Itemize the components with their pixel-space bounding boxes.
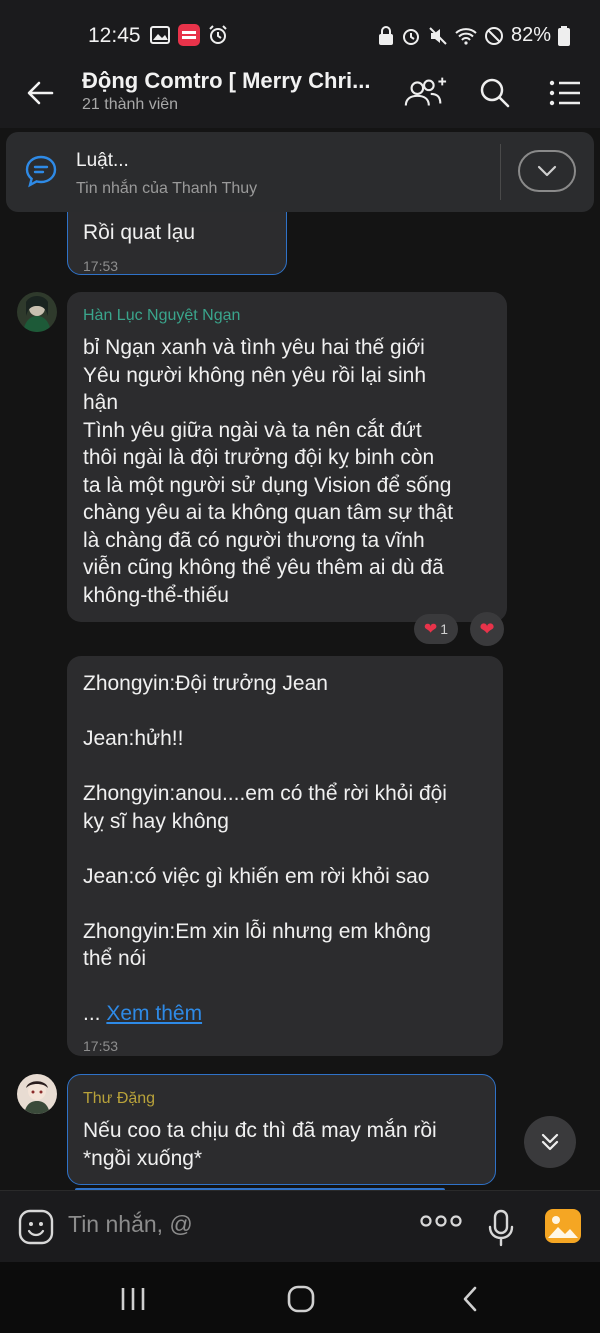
reaction-count: 1 [440, 621, 449, 637]
status-time: 12:45 [88, 24, 141, 47]
add-people-icon [404, 77, 447, 106]
recents-icon [121, 1288, 145, 1310]
group-title[interactable]: Động Comtro [ Merry Chri... [82, 68, 372, 94]
voice-record-button[interactable] [486, 1209, 516, 1252]
manga-toon-icon [178, 24, 200, 46]
alarm-icon [209, 25, 227, 44]
pinned-subtitle: Tin nhắn của Thanh Thuy [76, 180, 258, 197]
home-button[interactable] [281, 1282, 321, 1316]
recents-button[interactable] [113, 1282, 153, 1316]
mute-icon [429, 26, 447, 45]
avatar[interactable] [17, 1074, 57, 1114]
message-bubble[interactable]: Thư Đặng Nếu coo ta chịu đc thì đã may m… [67, 1074, 496, 1185]
microphone-icon [488, 1209, 514, 1247]
chat-bubble-icon [24, 154, 58, 193]
react-button[interactable]: ❤ [470, 612, 504, 646]
message-bubble[interactable]: Hàn Lục Nguyệt Ngạn bỉ Ngạn xanh và tình… [67, 292, 507, 622]
list-menu-icon [549, 80, 580, 106]
message-text: Nếu coo ta chịu đc thì đã may mắn rồi *n… [83, 1119, 437, 1170]
menu-button[interactable] [542, 72, 588, 114]
status-bar: 12:45 82% [0, 0, 600, 58]
image-icon [150, 26, 170, 44]
chevron-down-icon [537, 165, 557, 177]
ellipsis: ... [83, 1002, 101, 1025]
arrow-left-icon [27, 81, 54, 105]
sender-name[interactable]: Hàn Lục Nguyệt Ngạn [83, 302, 240, 330]
back-nav-button[interactable] [450, 1282, 490, 1316]
lock-icon [378, 25, 393, 45]
back-button[interactable] [24, 76, 58, 110]
more-options-button[interactable] [420, 1213, 462, 1234]
sticker-button[interactable] [18, 1209, 54, 1250]
see-more-link[interactable]: Xem thêm [106, 1002, 202, 1025]
battery-percent: 82% [510, 24, 551, 46]
message-text: Rồi quat lạu [83, 221, 196, 244]
smiley-icon [18, 1209, 54, 1245]
divider [500, 144, 501, 200]
message-list[interactable]: Rồi quat lạu 17:53 Hàn Lục Nguyệt Ngạn b… [0, 128, 600, 1190]
chevron-left-icon [463, 1286, 477, 1312]
expand-pinned-button[interactable] [518, 150, 576, 192]
message-text: Zhongyin:Đội trưởng Jean Jean:hửh!! Zhon… [83, 672, 447, 1025]
alarm-icon [402, 28, 419, 45]
chat-header: Động Comtro [ Merry Chri... 21 thành viê… [0, 58, 600, 128]
avatar-image-icon [17, 1074, 57, 1114]
photo-icon [545, 1209, 581, 1243]
pinned-message-banner[interactable]: Luật... Tin nhắn của Thanh Thuy [6, 132, 594, 212]
system-nav-bar [0, 1262, 600, 1333]
search-button[interactable] [472, 72, 518, 114]
composer-bar: Tin nhắn, @ [0, 1190, 600, 1262]
sender-name[interactable]: Thư Đặng [83, 1085, 155, 1113]
scroll-to-bottom-button[interactable] [524, 1116, 576, 1168]
double-chevron-down-icon [541, 1133, 559, 1151]
home-icon [287, 1285, 315, 1313]
message-bubble[interactable]: Zhongyin:Đội trưởng Jean Jean:hửh!! Zhon… [67, 656, 503, 1056]
battery-icon [558, 25, 570, 46]
pinned-title: Luật... [76, 150, 129, 171]
avatar-image-icon [17, 292, 57, 332]
photo-picker-button[interactable] [544, 1207, 582, 1250]
wifi-icon [455, 27, 477, 45]
more-dots-icon [420, 1215, 462, 1227]
message-time: 17:53 [83, 1038, 119, 1054]
heart-icon: ❤ [479, 618, 495, 639]
avatar[interactable] [17, 292, 57, 332]
heart-icon: ❤ [423, 621, 438, 638]
search-icon [480, 78, 510, 108]
message-text: bỉ Ngạn xanh và tình yêu hai thế giới Yê… [83, 336, 454, 607]
no-disturb-icon [484, 26, 503, 45]
reaction-count-badge[interactable]: ❤ 1 [414, 614, 458, 644]
add-member-button[interactable] [402, 72, 448, 114]
member-count: 21 thành viên [82, 96, 179, 113]
message-input[interactable]: Tin nhắn, @ [68, 1211, 193, 1238]
message-time: 17:53 [83, 258, 119, 274]
